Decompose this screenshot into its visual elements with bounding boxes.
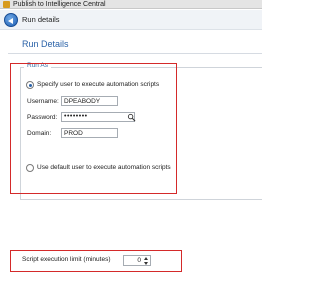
- script-limit-label: Script execution limit (minutes): [22, 256, 111, 263]
- title-divider: [8, 53, 262, 54]
- window-titlebar: Publish to Intelligence Central: [0, 0, 262, 9]
- app-icon: [3, 1, 10, 8]
- wizard-header: Run details: [0, 10, 262, 30]
- stepper-up-icon[interactable]: [144, 257, 148, 260]
- run-as-highlight: [10, 63, 177, 194]
- back-arrow-icon[interactable]: [4, 13, 18, 27]
- stepper-arrows[interactable]: [143, 257, 149, 265]
- page-title: Run Details: [22, 39, 69, 49]
- step-label: Run details: [22, 15, 60, 24]
- window-title: Publish to Intelligence Central: [13, 1, 106, 8]
- stepper-down-icon[interactable]: [144, 262, 148, 265]
- script-limit-value: 0: [137, 257, 141, 264]
- script-limit-stepper[interactable]: 0: [123, 255, 151, 266]
